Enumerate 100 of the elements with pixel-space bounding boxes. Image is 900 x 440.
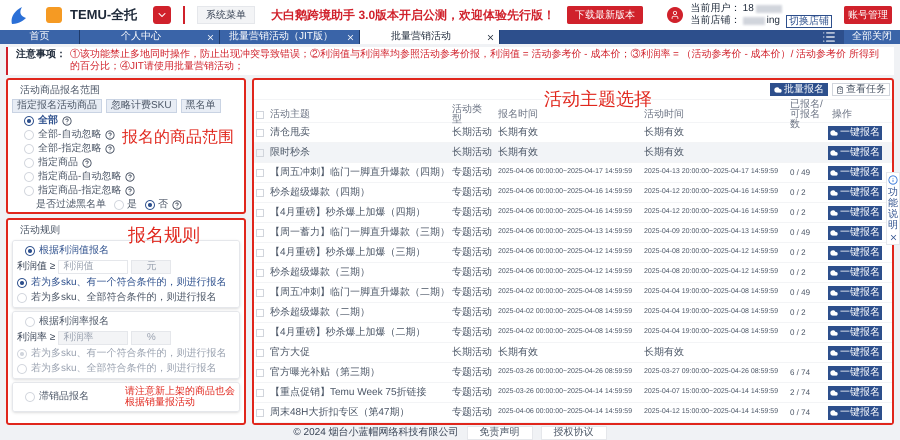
table-cell-text: 秒杀超级爆款（四期） <box>269 186 371 200</box>
quick-signup-button[interactable]: 一键报名 <box>828 246 882 260</box>
cloud-icon <box>830 408 838 416</box>
table-cell-text: 限时秒杀 <box>269 146 311 160</box>
side-help-tab[interactable]: 功能说明 <box>886 172 900 245</box>
checkbox[interactable] <box>256 168 264 176</box>
checkbox[interactable] <box>256 348 264 356</box>
scope-button[interactable]: 指定报名活动商品 <box>12 99 102 113</box>
table-cell-text: 专题活动 <box>451 306 493 320</box>
table-cell-text: 长期有效 <box>497 146 539 160</box>
account-button[interactable]: 账号管理 <box>844 6 892 24</box>
scope-button[interactable]: 黑名单 <box>180 99 221 113</box>
table-cell-text: 专题活动 <box>451 166 493 180</box>
tab[interactable]: 批量营销活动 <box>360 30 500 44</box>
option-label: 若为多sku、有一个符合条件的，则进行报名 <box>31 276 227 289</box>
cloud-icon <box>830 128 838 136</box>
option-label: 是 <box>127 199 137 211</box>
column-header: 活动时间 <box>643 110 685 120</box>
checkbox[interactable] <box>256 111 264 119</box>
quick-signup-button[interactable]: 一键报名 <box>828 406 882 420</box>
help-icon <box>125 172 136 182</box>
checkbox[interactable] <box>256 408 264 416</box>
quick-signup-button[interactable]: 一键报名 <box>828 286 882 300</box>
table-cell-text: 【4月重磅】秒杀爆上加爆（二期） <box>269 326 427 340</box>
quick-signup-button[interactable]: 一键报名 <box>828 126 882 140</box>
footer-link[interactable]: 授权协议 <box>540 426 607 440</box>
table-cell-text: 专题活动 <box>451 406 493 420</box>
annotation-label: 报名规则 <box>128 224 200 247</box>
quick-signup-button[interactable]: 一键报名 <box>828 186 882 200</box>
cloud-icon <box>830 388 838 396</box>
quick-signup-button[interactable]: 一键报名 <box>828 306 882 320</box>
checkbox[interactable] <box>256 288 264 296</box>
checkbox[interactable] <box>256 308 264 316</box>
tab[interactable]: 首页 <box>0 30 80 44</box>
system-menu-button[interactable]: 系统菜单 <box>197 6 256 24</box>
checkbox[interactable] <box>256 188 264 196</box>
table-cell-text: 长期有效 <box>643 146 685 160</box>
checkbox[interactable] <box>256 368 264 376</box>
help-icon <box>172 200 182 210</box>
quick-signup-button[interactable]: 一键报名 <box>828 146 882 160</box>
clipboard-icon <box>836 86 844 94</box>
cloud-icon <box>830 268 838 276</box>
checkbox[interactable] <box>256 208 264 216</box>
redacted-mark <box>742 17 765 25</box>
help-icon <box>105 130 116 140</box>
table-cell-text: 清仓甩卖 <box>269 126 311 140</box>
radio-button[interactable] <box>24 116 34 126</box>
option-label: 全部-自动忽略 <box>38 129 102 141</box>
app-title: TEMU-全托 <box>70 6 138 24</box>
quick-signup-button[interactable]: 一键报名 <box>828 386 882 400</box>
close-all-button[interactable]: 全部关闭 <box>844 30 900 44</box>
tab[interactable]: 批量营销活动（JIT版） <box>220 30 360 44</box>
table-cell-text: 【周五冲刺】临门一脚直升爆款（二期） <box>269 286 448 300</box>
column-header: 操作 <box>831 110 853 120</box>
download-button[interactable]: 下载最新版本 <box>567 6 644 24</box>
table-cell-text: 长期有效 <box>497 346 539 360</box>
column-header: 报名时间 <box>497 110 539 120</box>
radio-button[interactable] <box>17 278 27 288</box>
tab-list-icon[interactable] <box>822 30 836 44</box>
checkbox[interactable] <box>256 148 264 156</box>
column-header: 已报名/可报名数 <box>789 100 824 130</box>
option-label: 若为多sku、全部符合条件的，则进行报名 <box>31 362 217 375</box>
checkbox[interactable] <box>256 388 264 396</box>
checkbox[interactable] <box>256 328 264 336</box>
quick-signup-button[interactable]: 一键报名 <box>828 266 882 280</box>
table-cell-text: 专题活动 <box>451 186 493 200</box>
option-label: 全部-指定忽略 <box>38 143 102 155</box>
quick-signup-button[interactable]: 一键报名 <box>828 326 882 340</box>
tab[interactable]: 个人中心 <box>80 30 220 44</box>
radio-button[interactable] <box>25 246 35 256</box>
cloud-icon <box>830 328 838 336</box>
platform-dropdown[interactable] <box>153 6 172 24</box>
copyright-text: © 2024 烟台小蓝帽网络科技有限公司 <box>293 426 459 440</box>
cloud-icon <box>774 86 782 94</box>
quick-signup-button[interactable]: 一键报名 <box>828 226 882 240</box>
switch-shop-button[interactable]: 切换店铺 <box>786 14 832 28</box>
view-tasks-button[interactable]: 查看任务 <box>832 83 890 96</box>
close-icon[interactable] <box>486 32 495 42</box>
blacklist-label: 是否过滤黑名单 <box>36 199 106 211</box>
batch-signup-button[interactable]: 批量报名 <box>770 83 828 96</box>
quick-signup-button[interactable]: 一键报名 <box>828 206 882 220</box>
panel-title: 活动规则 <box>20 224 60 237</box>
close-icon[interactable] <box>888 233 898 242</box>
table-cell-text: 【4月重磅】秒杀爆上加爆（四期） <box>269 206 427 220</box>
table-cell-text: 0 / 49 <box>789 226 812 238</box>
cloud-icon <box>830 208 838 216</box>
quick-signup-button[interactable]: 一键报名 <box>828 346 882 360</box>
checkbox[interactable] <box>256 268 264 276</box>
table-cell-text: 0 / 2 <box>789 246 807 258</box>
table-cell-text: 秒杀超级爆款（二期） <box>269 306 371 320</box>
table-cell-text: 专题活动 <box>451 286 493 300</box>
footer-link[interactable]: 免责声明 <box>466 426 533 440</box>
checkbox[interactable] <box>256 228 264 236</box>
checkbox[interactable] <box>256 248 264 256</box>
scope-button[interactable]: 忽略计费SKU <box>106 99 177 113</box>
checkbox[interactable] <box>256 128 264 136</box>
quick-signup-button[interactable]: 一键报名 <box>828 366 882 380</box>
quick-signup-button[interactable]: 一键报名 <box>828 166 882 180</box>
radio-button[interactable] <box>145 200 155 210</box>
table-cell-text: 【周一蓄力】临门一脚直升爆款（三期） <box>269 226 448 240</box>
